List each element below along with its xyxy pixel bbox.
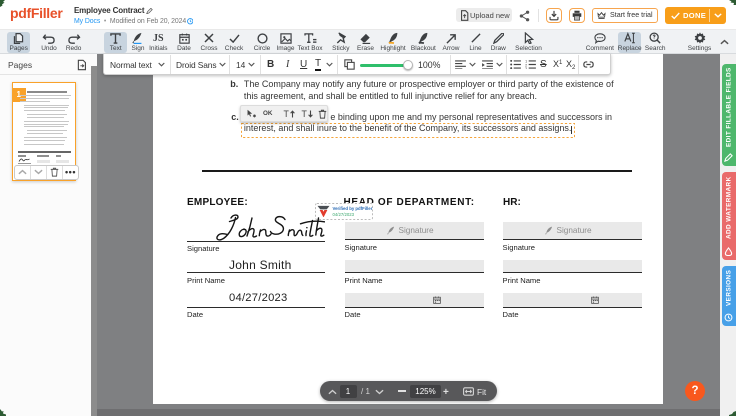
svg-text:3: 3 <box>525 67 527 69</box>
